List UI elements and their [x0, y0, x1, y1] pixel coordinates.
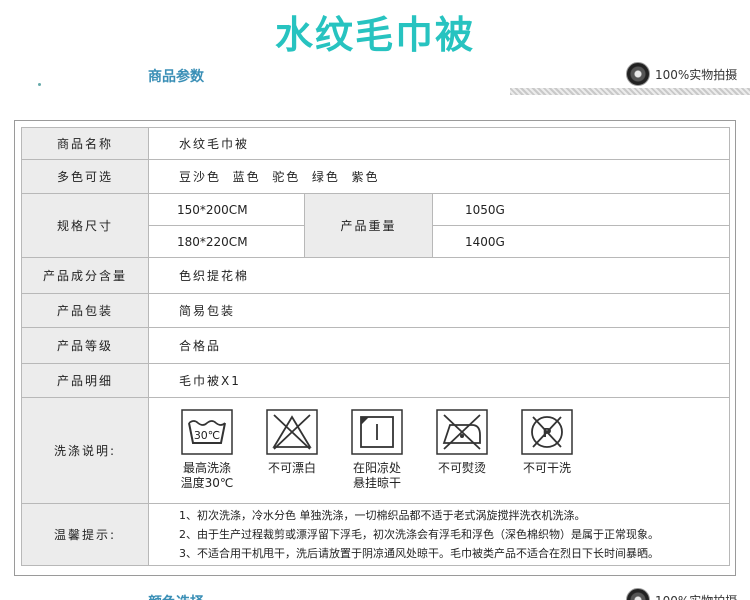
row-value: 合格品 [148, 327, 730, 364]
size-value: 150*200CM [148, 193, 305, 226]
care-caption: 不可熨烫 [437, 460, 486, 475]
row-key: 商品名称 [21, 127, 149, 160]
table-row: 商品名称 水纹毛巾被 [21, 127, 730, 160]
no-bleach-icon [266, 408, 318, 455]
table-row: 洗涤说明: 30℃ 最高洗涤 温度30℃ 不可漂白 在阳凉处 悬挂晾干 不可熨烫… [21, 397, 730, 504]
wash-symbols-cell: 30℃ 最高洗涤 温度30℃ 不可漂白 在阳凉处 悬挂晾干 不可熨烫 不可干洗 [148, 397, 730, 504]
section-header-colors: 颜色选择 100%实物拍摄 [0, 586, 750, 600]
row-key: 产品明细 [21, 363, 149, 398]
section-header-params: 商品参数 100%实物拍摄 [0, 62, 750, 98]
row-value: 毛巾被X1 [148, 363, 730, 398]
row-value: 豆沙色 蓝色 驼色 绿色 紫色 [148, 159, 730, 194]
care-item: 30℃ 最高洗涤 温度30℃ [171, 408, 243, 491]
weight-key: 产品重量 [304, 193, 433, 258]
row-key: 产品包装 [21, 293, 149, 328]
care-caption-2: 温度30℃ [180, 475, 234, 490]
spec-table: 商品名称 水纹毛巾被 多色可选 豆沙色 蓝色 驼色 绿色 紫色 规格尺寸 150… [21, 127, 730, 566]
care-caption: 不可干洗 [522, 460, 571, 475]
header-dot [38, 83, 41, 86]
care-item: P 不可干洗 [511, 408, 583, 476]
row-key: 产品成分含量 [21, 257, 149, 294]
camera-icon [626, 62, 650, 86]
row-key: 洗涤说明: [21, 397, 149, 504]
table-row: 多色可选 豆沙色 蓝色 驼色 绿色 紫色 [21, 159, 730, 194]
no-dryclean-icon: P [521, 408, 573, 455]
tip-line: 2、由于生产过程裁剪或漂浮留下浮毛，初次洗涤会有浮毛和浮色（深色棉织物）是属于正… [179, 528, 659, 541]
care-item: 不可漂白 [256, 408, 328, 476]
care-symbols: 30℃ 最高洗涤 温度30℃ 不可漂白 在阳凉处 悬挂晾干 不可熨烫 不可干洗 [149, 399, 729, 503]
care-caption: 不可漂白 [267, 460, 316, 475]
weight-value: 1400G [432, 225, 730, 258]
real-photo-badge: 100%实物拍摄 [655, 592, 737, 600]
size-value: 180*220CM [148, 225, 305, 258]
table-row: 产品包装 简易包装 [21, 293, 730, 328]
real-photo-badge: 100%实物拍摄 [655, 68, 738, 82]
row-value: 简易包装 [148, 293, 730, 328]
care-item: 在阳凉处 悬挂晾干 [341, 408, 413, 491]
tip-line: 1、初次洗涤，冷水分色 单独洗涤，一切棉织品都不适于老式涡旋搅拌洗衣机洗涤。 [179, 509, 586, 522]
tips-cell: 1、初次洗涤，冷水分色 单独洗涤，一切棉织品都不适于老式涡旋搅拌洗衣机洗涤。 2… [148, 503, 730, 566]
wash-30-icon: 30℃ [181, 408, 233, 455]
row-value: 水纹毛巾被 [148, 127, 730, 160]
page-title: 水纹毛巾被 [274, 13, 475, 57]
tip-line: 3、不适合用干机甩干，洗后请放置于阴凉通风处晾干。毛巾被类产品不适合在烈日下长时… [179, 547, 659, 560]
row-key: 产品等级 [21, 327, 149, 364]
section-label: 商品参数 [148, 69, 204, 85]
table-row: 规格尺寸 150*200CM 产品重量 1050G [21, 193, 730, 258]
row-key: 温馨提示: [21, 503, 149, 566]
care-item: 不可熨烫 [426, 408, 498, 476]
care-caption: 最高洗涤 [182, 460, 231, 475]
row-value: 色织提花棉 [148, 257, 730, 294]
care-caption: 在阳凉处 [352, 460, 401, 475]
table-row: 产品成分含量 色织提花棉 [21, 257, 730, 294]
table-row: 产品等级 合格品 [21, 327, 730, 364]
line-dry-shade-icon [351, 408, 403, 455]
row-key: 多色可选 [21, 159, 149, 194]
section-divider-bar [0, 88, 750, 95]
wash-temp-label: 30℃ [194, 429, 220, 442]
spec-panel: 商品名称 水纹毛巾被 多色可选 豆沙色 蓝色 驼色 绿色 紫色 规格尺寸 150… [14, 120, 736, 576]
row-key: 规格尺寸 [21, 193, 149, 258]
table-row: 产品明细 毛巾被X1 [21, 363, 730, 398]
table-row: 温馨提示: 1、初次洗涤，冷水分色 单独洗涤，一切棉织品都不适于老式涡旋搅拌洗衣… [21, 503, 730, 566]
weight-value: 1050G [432, 193, 730, 226]
no-iron-icon [436, 408, 488, 455]
care-caption-2: 悬挂晾干 [352, 475, 401, 490]
section-label: 颜色选择 [148, 592, 204, 600]
camera-icon [626, 588, 650, 600]
